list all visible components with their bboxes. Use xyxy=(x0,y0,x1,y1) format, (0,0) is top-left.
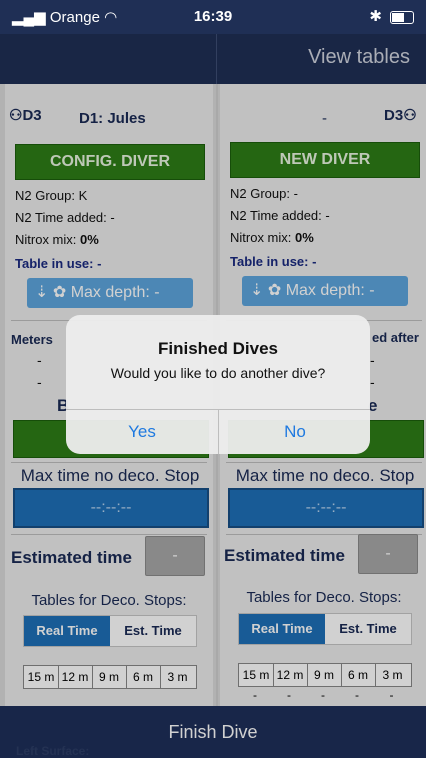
clock: 16:39 xyxy=(193,8,233,25)
status-bar: ▂▄▆ Orange ︎◠ 16:39 ✱ xyxy=(0,0,426,34)
finished-dives-alert: Finished Dives Would you like to do anot… xyxy=(66,315,370,454)
alert-message: Would you like to do another dive? xyxy=(110,365,326,381)
no-button[interactable]: No xyxy=(219,409,371,454)
bluetooth-icon: ✱ xyxy=(369,8,382,25)
battery-icon xyxy=(390,11,414,24)
alert-title: Finished Dives xyxy=(158,339,278,358)
yes-button[interactable]: Yes xyxy=(66,409,218,454)
